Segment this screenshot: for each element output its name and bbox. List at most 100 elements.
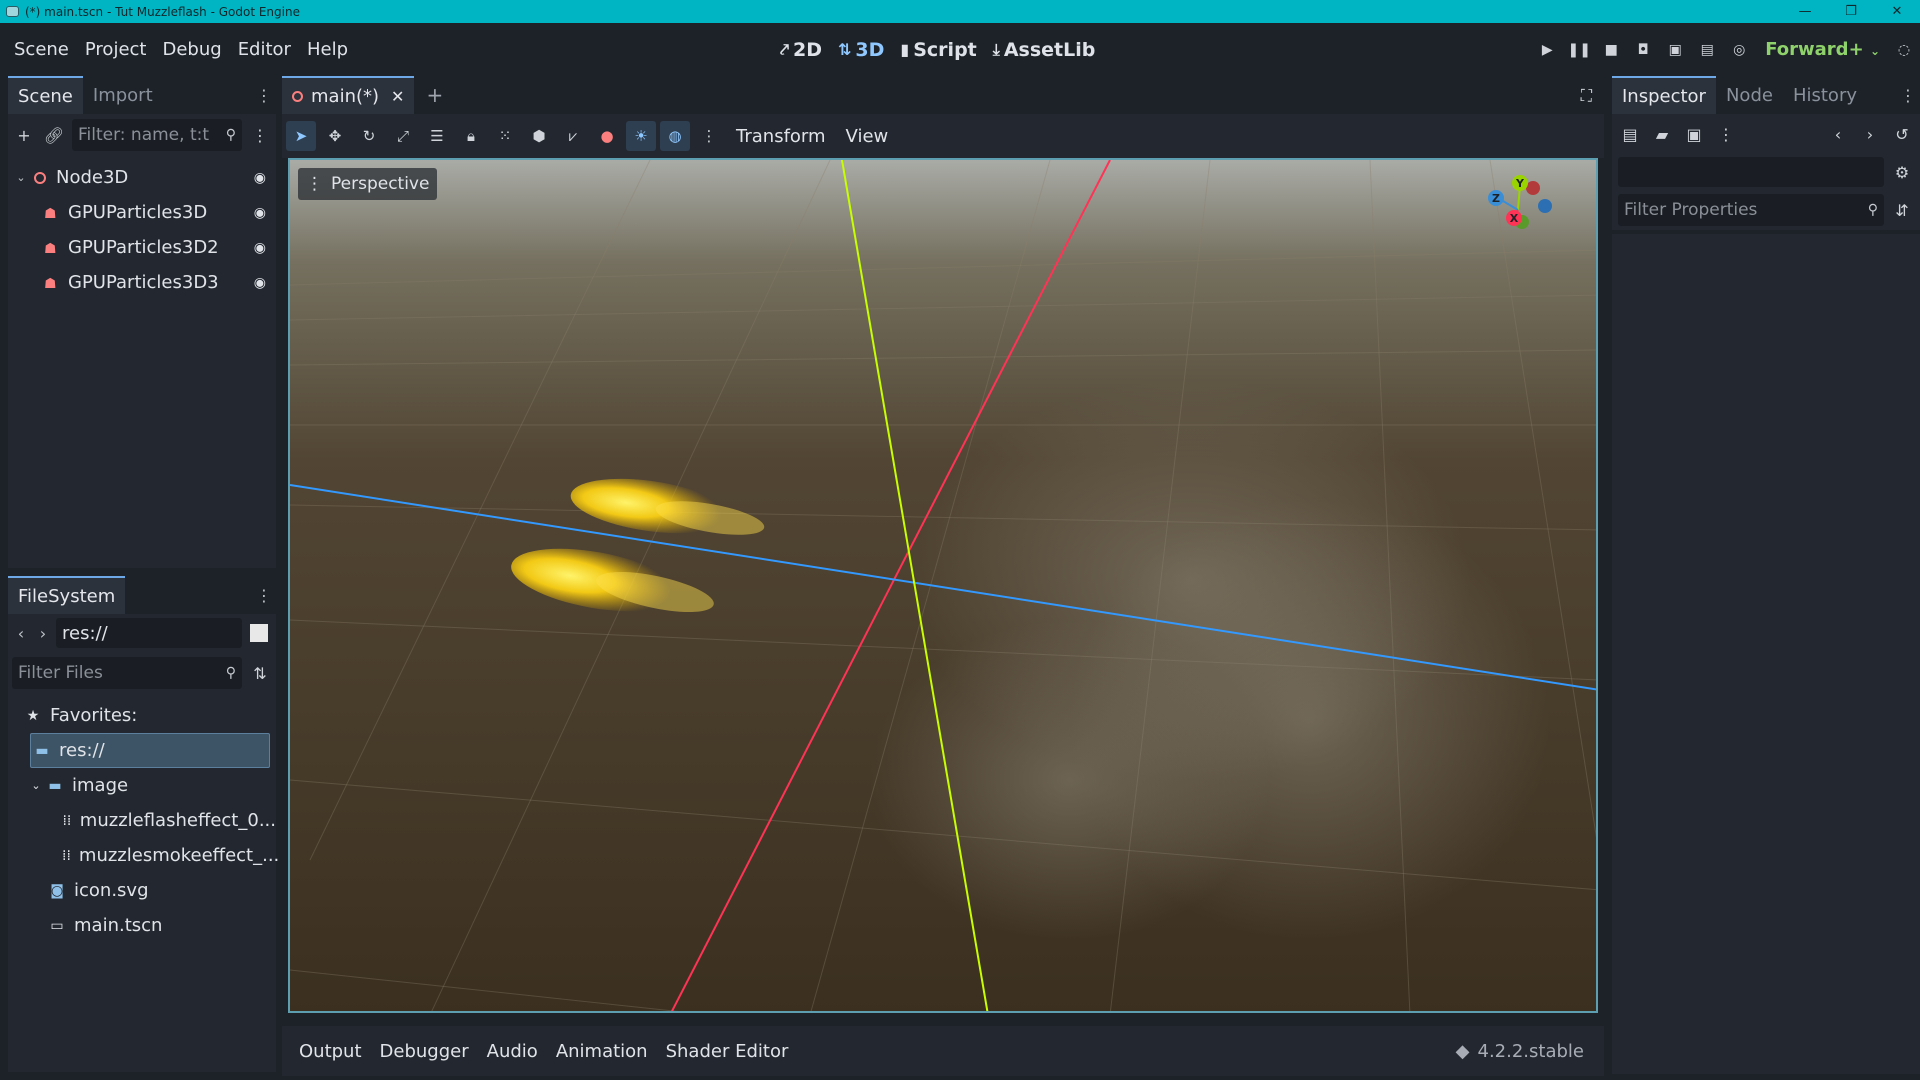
transform-menu[interactable]: Transform xyxy=(728,126,834,147)
favorites-row[interactable]: ★ Favorites: xyxy=(8,698,276,733)
forward-arrow-icon[interactable]: › xyxy=(34,624,52,643)
snap-icon[interactable]: ⩗ xyxy=(558,121,588,151)
workspace-2d-button[interactable]: ⤤ 2D xyxy=(780,39,822,61)
rotate-tool-icon[interactable]: ↻ xyxy=(354,121,384,151)
filter-properties-input[interactable]: Filter Properties ⚲ xyxy=(1618,194,1884,226)
minimize-button[interactable]: — xyxy=(1782,0,1828,23)
tab-output[interactable]: Output xyxy=(290,1041,371,1062)
move-tool-icon[interactable]: ✥ xyxy=(320,121,350,151)
visibility-eye-icon[interactable]: ◉ xyxy=(254,205,266,221)
menu-scene[interactable]: Scene xyxy=(6,39,77,60)
filesystem-filter-input[interactable]: Filter Files ⚲ xyxy=(12,657,242,689)
save-icon[interactable]: ▣ xyxy=(1682,122,1706,146)
sun-preview-icon[interactable]: ☀ xyxy=(626,121,656,151)
kebab-menu-icon[interactable]: ⋮ xyxy=(1900,86,1916,105)
scene-tree-row[interactable]: ☗ GPUParticles3D3 ◉ xyxy=(8,265,276,300)
viewport-options-icon[interactable]: ⋮ xyxy=(694,121,724,151)
workspace-assetlib-label: AssetLib xyxy=(1003,38,1096,61)
remote-debug-icon[interactable]: ◘ xyxy=(1627,34,1659,66)
chevron-down-icon[interactable]: ⌄ xyxy=(12,171,30,184)
play-scene-icon[interactable]: ▣ xyxy=(1659,34,1691,66)
visibility-eye-icon[interactable]: ◉ xyxy=(254,170,266,186)
history-icon[interactable]: ↺ xyxy=(1890,122,1914,146)
stop-icon[interactable]: ■ xyxy=(1595,34,1627,66)
camera-preview-icon[interactable]: ● xyxy=(592,121,622,151)
back-arrow-icon[interactable]: ‹ xyxy=(12,624,30,643)
tab-filesystem[interactable]: FileSystem xyxy=(8,576,126,614)
movie-maker-icon[interactable]: ◎ xyxy=(1723,34,1755,66)
inspector-filter-row: Filter Properties ⚲ ⇵ xyxy=(1612,190,1920,230)
add-node-icon[interactable]: + xyxy=(12,123,36,147)
file-label: icon.svg xyxy=(74,880,149,901)
scene-tree-row[interactable]: ☗ GPUParticles3D ◉ xyxy=(8,195,276,230)
instance-scene-icon[interactable]: 🔗︎ xyxy=(42,123,66,147)
local-space-icon[interactable]: ⬢ xyxy=(524,121,554,151)
3d-viewport[interactable]: Y Z X ⋮ Perspective xyxy=(288,158,1598,1013)
split-mode-icon[interactable] xyxy=(250,624,268,642)
environment-preview-icon[interactable]: ◍ xyxy=(660,121,690,151)
scene-filter-input[interactable]: Filter: name, t:t ⚲ xyxy=(72,119,242,151)
tab-audio[interactable]: Audio xyxy=(478,1041,547,1062)
tab-inspector[interactable]: Inspector xyxy=(1612,76,1716,114)
tab-animation[interactable]: Animation xyxy=(547,1041,657,1062)
chevron-down-icon: ⌄ xyxy=(1869,44,1880,58)
inspector-options-icon[interactable]: ⋮ xyxy=(1714,122,1738,146)
tab-scene[interactable]: Scene xyxy=(8,76,83,114)
tab-node[interactable]: Node xyxy=(1716,76,1783,114)
tab-debugger[interactable]: Debugger xyxy=(371,1041,478,1062)
view-menu[interactable]: View xyxy=(838,126,897,147)
forward-arrow-icon[interactable]: › xyxy=(1858,122,1882,146)
back-arrow-icon[interactable]: ‹ xyxy=(1826,122,1850,146)
scale-tool-icon[interactable]: ⤢ xyxy=(388,121,418,151)
sort-icon[interactable]: ⇅ xyxy=(248,661,272,685)
workspace-3d-button[interactable]: ⇅ 3D xyxy=(838,39,884,61)
distraction-free-icon[interactable]: ⛶ xyxy=(1581,86,1592,106)
workspace-script-button[interactable]: ▮ Script xyxy=(900,39,976,61)
tab-import[interactable]: Import xyxy=(83,76,163,114)
open-folder-icon[interactable]: ▰ xyxy=(1650,122,1674,146)
object-path-field[interactable] xyxy=(1618,157,1884,187)
list-item[interactable]: ⁞⁞ muzzleflasheffect_0... xyxy=(8,803,276,838)
property-options-icon[interactable]: ⇵ xyxy=(1890,198,1914,222)
visibility-eye-icon[interactable]: ◉ xyxy=(254,275,266,291)
menu-debug[interactable]: Debug xyxy=(154,39,229,60)
tab-history[interactable]: History xyxy=(1783,76,1867,114)
perspective-menu[interactable]: ⋮ Perspective xyxy=(298,168,438,200)
menu-help[interactable]: Help xyxy=(299,39,356,60)
script-icon: ▮ xyxy=(900,40,910,59)
close-icon[interactable]: ✕ xyxy=(391,87,404,106)
scene-tree-row[interactable]: ☗ GPUParticles3D2 ◉ xyxy=(8,230,276,265)
renderer-selector[interactable]: Forward+ ⌄ xyxy=(1765,39,1880,60)
play-icon[interactable]: ▶ xyxy=(1531,34,1563,66)
close-window-button[interactable]: ✕ xyxy=(1874,0,1920,23)
object-menu-icon[interactable]: ⚙ xyxy=(1890,160,1914,184)
new-resource-icon[interactable]: ▤ xyxy=(1618,122,1642,146)
list-item[interactable]: ▭ main.tscn xyxy=(8,908,276,943)
select-tool-icon[interactable]: ➤ xyxy=(286,121,316,151)
play-custom-scene-icon[interactable]: ▤ xyxy=(1691,34,1723,66)
list-item[interactable]: ▬ res:// xyxy=(30,733,270,768)
scene-tree-row[interactable]: ⌄ Node3D ◉ xyxy=(8,160,276,195)
scene-options-icon[interactable]: ⋮ xyxy=(248,123,272,147)
list-item[interactable]: ◙ icon.svg xyxy=(8,873,276,908)
workspace-assetlib-button[interactable]: ⤓ AssetLib xyxy=(993,39,1096,61)
group-icon[interactable]: ⁙ xyxy=(490,121,520,151)
tab-shader-editor[interactable]: Shader Editor xyxy=(657,1041,798,1062)
filesystem-path-input[interactable]: res:// xyxy=(56,618,242,648)
pause-icon[interactable]: ❚❚ xyxy=(1563,34,1595,66)
kebab-menu-icon[interactable]: ⋮ xyxy=(256,86,272,105)
2d-icon: ⤤ xyxy=(780,39,790,59)
menu-project[interactable]: Project xyxy=(77,39,155,60)
list-select-icon[interactable]: ☰ xyxy=(422,121,452,151)
visibility-eye-icon[interactable]: ◉ xyxy=(254,240,266,256)
add-tab-icon[interactable]: + xyxy=(426,83,443,107)
restore-button[interactable]: ❐ xyxy=(1828,0,1874,23)
lock-icon[interactable]: 🔒︎ xyxy=(456,121,486,151)
chevron-down-icon[interactable]: ⌄ xyxy=(30,779,42,792)
menu-editor[interactable]: Editor xyxy=(230,39,299,60)
kebab-menu-icon[interactable]: ⋮ xyxy=(256,586,272,605)
search-icon: ⚲ xyxy=(225,127,236,143)
list-item[interactable]: ⁞⁞ muzzlesmokeeffect_... xyxy=(8,838,279,873)
tab-main-scene[interactable]: main(*) ✕ xyxy=(282,76,415,114)
list-item[interactable]: ⌄ ▬ image xyxy=(8,768,276,803)
